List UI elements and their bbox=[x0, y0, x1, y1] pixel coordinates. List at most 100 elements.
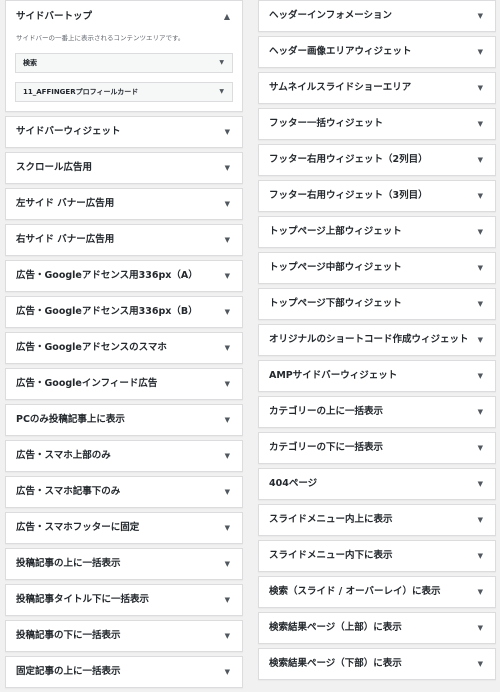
right-widget-column: ヘッダーインフォメーション ▼ ヘッダー画像エリアウィジェット ▼ サムネイルスライドシ… bbox=[258, 0, 496, 684]
widget-area-item[interactable]: ヘッダーインフォメーション ▼ bbox=[258, 0, 496, 32]
widget-area-item[interactable]: 広告・Googleアドセンス用336px（B） ▼ bbox=[5, 296, 243, 328]
chevron-down-icon[interactable]: ▼ bbox=[219, 54, 224, 72]
chevron-down-icon[interactable]: ▼ bbox=[478, 577, 483, 607]
widget-area-item[interactable]: フッター一括ウィジェット ▼ bbox=[258, 108, 496, 140]
chevron-down-icon[interactable]: ▼ bbox=[225, 117, 230, 147]
chevron-down-icon[interactable]: ▼ bbox=[225, 477, 230, 507]
widget-area-title: フッター右用ウィジェット（3列目） bbox=[269, 190, 428, 201]
widget-area-item[interactable]: 左サイド バナー広告用 ▼ bbox=[5, 188, 243, 220]
widget-title: 検索 bbox=[23, 59, 37, 67]
widget-area-item[interactable]: AMPサイドバーウィジェット ▼ bbox=[258, 360, 496, 392]
chevron-down-icon[interactable]: ▼ bbox=[219, 83, 224, 101]
widget-area-item[interactable]: 検索（スライド / オーバーレイ）に表示 ▼ bbox=[258, 576, 496, 608]
widget-area-item[interactable]: 投稿記事タイトル下に一括表示 ▼ bbox=[5, 584, 243, 616]
widget-area-item[interactable]: 広告・スマホ上部のみ ▼ bbox=[5, 440, 243, 472]
widget-area-title: トップページ下部ウィジェット bbox=[269, 298, 402, 309]
widget-area-title: 広告・Googleアドセンス用336px（B） bbox=[16, 306, 198, 317]
widget-area-title: 投稿記事の上に一括表示 bbox=[16, 558, 121, 569]
chevron-down-icon[interactable]: ▼ bbox=[478, 433, 483, 463]
chevron-down-icon[interactable]: ▼ bbox=[478, 37, 483, 67]
chevron-down-icon[interactable]: ▼ bbox=[478, 181, 483, 211]
chevron-down-icon[interactable]: ▼ bbox=[225, 369, 230, 399]
widget-area-item[interactable]: 広告・スマホ記事下のみ ▼ bbox=[5, 476, 243, 508]
chevron-down-icon[interactable]: ▼ bbox=[225, 657, 230, 687]
widget-area-item[interactable]: 広告・Googleインフィード広告 ▼ bbox=[5, 368, 243, 400]
widget-area-item[interactable]: カテゴリーの上に一括表示 ▼ bbox=[258, 396, 496, 428]
widget-area-title: 広告・スマホフッターに固定 bbox=[16, 522, 140, 533]
chevron-down-icon[interactable]: ▼ bbox=[478, 73, 483, 103]
chevron-down-icon[interactable]: ▼ bbox=[478, 361, 483, 391]
chevron-down-icon[interactable]: ▼ bbox=[225, 297, 230, 327]
chevron-down-icon[interactable]: ▼ bbox=[478, 145, 483, 175]
widget-area-title: トップページ中部ウィジェット bbox=[269, 262, 402, 273]
chevron-down-icon[interactable]: ▼ bbox=[478, 109, 483, 139]
chevron-down-icon[interactable]: ▼ bbox=[478, 397, 483, 427]
widget-area-description: サイドバーの一番上に表示されるコンテンツエリアです。 bbox=[16, 34, 185, 42]
chevron-down-icon[interactable]: ▼ bbox=[225, 153, 230, 183]
chevron-down-icon[interactable]: ▼ bbox=[225, 225, 230, 255]
chevron-down-icon[interactable]: ▼ bbox=[478, 217, 483, 247]
chevron-down-icon[interactable]: ▼ bbox=[225, 261, 230, 291]
widget-search[interactable]: 検索 ▼ bbox=[15, 53, 233, 73]
chevron-up-icon[interactable]: ▲ bbox=[224, 5, 230, 29]
widget-area-title: スライドメニュー内下に表示 bbox=[269, 550, 393, 561]
chevron-down-icon[interactable]: ▼ bbox=[225, 621, 230, 651]
widget-area-title: サイドバートップ bbox=[16, 11, 93, 22]
chevron-down-icon[interactable]: ▼ bbox=[478, 469, 483, 499]
widget-area-item[interactable]: トップページ上部ウィジェット ▼ bbox=[258, 216, 496, 248]
widget-area-item[interactable]: ヘッダー画像エリアウィジェット ▼ bbox=[258, 36, 496, 68]
chevron-down-icon[interactable]: ▼ bbox=[478, 1, 483, 31]
widget-area-title: 検索結果ページ（下部）に表示 bbox=[269, 658, 402, 669]
widget-profile-card[interactable]: 11_AFFINGERプロフィールカード ▼ bbox=[15, 82, 233, 102]
chevron-down-icon[interactable]: ▼ bbox=[225, 189, 230, 219]
widget-area-item[interactable]: フッター右用ウィジェット（3列目） ▼ bbox=[258, 180, 496, 212]
widget-area-title: カテゴリーの下に一括表示 bbox=[269, 442, 384, 453]
chevron-down-icon[interactable]: ▼ bbox=[478, 505, 483, 535]
chevron-down-icon[interactable]: ▼ bbox=[225, 549, 230, 579]
widget-area-item[interactable]: 投稿記事の下に一括表示 ▼ bbox=[5, 620, 243, 652]
widget-area-item[interactable]: 広告・Googleアドセンスのスマホ ▼ bbox=[5, 332, 243, 364]
widget-area-item[interactable]: 固定記事の上に一括表示 ▼ bbox=[5, 656, 243, 688]
widget-area-title: ヘッダーインフォメーション bbox=[269, 10, 393, 21]
chevron-down-icon[interactable]: ▼ bbox=[478, 253, 483, 283]
chevron-down-icon[interactable]: ▼ bbox=[478, 289, 483, 319]
widget-area-item[interactable]: オリジナルのショートコード作成ウィジェット ▼ bbox=[258, 324, 496, 356]
widget-area-title: スクロール広告用 bbox=[16, 162, 93, 173]
widget-area-title: 広告・Googleアドセンス用336px（A） bbox=[16, 270, 198, 281]
widget-area-item[interactable]: トップページ中部ウィジェット ▼ bbox=[258, 252, 496, 284]
widget-area-sidebar-top[interactable]: サイドバートップ ▲ サイドバーの一番上に表示されるコンテンツエリアです。 検索… bbox=[5, 0, 243, 112]
widget-area-item[interactable]: 検索結果ページ（下部）に表示 ▼ bbox=[258, 648, 496, 680]
widget-area-item[interactable]: フッター右用ウィジェット（2列目） ▼ bbox=[258, 144, 496, 176]
widget-area-item[interactable]: トップページ下部ウィジェット ▼ bbox=[258, 288, 496, 320]
widget-area-title: 広告・Googleインフィード広告 bbox=[16, 378, 158, 389]
chevron-down-icon[interactable]: ▼ bbox=[225, 585, 230, 615]
widget-area-title: トップページ上部ウィジェット bbox=[269, 226, 402, 237]
widget-area-item[interactable]: サイドバーウィジェット ▼ bbox=[5, 116, 243, 148]
widget-area-title: 検索（スライド / オーバーレイ）に表示 bbox=[269, 586, 441, 597]
chevron-down-icon[interactable]: ▼ bbox=[225, 441, 230, 471]
widget-area-item[interactable]: 404ページ ▼ bbox=[258, 468, 496, 500]
widget-area-item[interactable]: 投稿記事の上に一括表示 ▼ bbox=[5, 548, 243, 580]
widget-area-item[interactable]: スライドメニュー内下に表示 ▼ bbox=[258, 540, 496, 572]
widget-area-title: 広告・Googleアドセンスのスマホ bbox=[16, 342, 167, 353]
widget-area-title: 広告・スマホ記事下のみ bbox=[16, 486, 121, 497]
chevron-down-icon[interactable]: ▼ bbox=[225, 405, 230, 435]
chevron-down-icon[interactable]: ▼ bbox=[478, 325, 483, 355]
widget-area-item[interactable]: カテゴリーの下に一括表示 ▼ bbox=[258, 432, 496, 464]
widget-area-item[interactable]: サムネイルスライドショーエリア ▼ bbox=[258, 72, 496, 104]
widget-area-item[interactable]: 広告・Googleアドセンス用336px（A） ▼ bbox=[5, 260, 243, 292]
chevron-down-icon[interactable]: ▼ bbox=[225, 513, 230, 543]
widget-area-title: 検索結果ページ（上部）に表示 bbox=[269, 622, 402, 633]
widget-area-item[interactable]: スクロール広告用 ▼ bbox=[5, 152, 243, 184]
widget-area-item[interactable]: PCのみ投稿記事上に表示 ▼ bbox=[5, 404, 243, 436]
widget-area-item[interactable]: 検索結果ページ（上部）に表示 ▼ bbox=[258, 612, 496, 644]
chevron-down-icon[interactable]: ▼ bbox=[478, 541, 483, 571]
widget-area-item[interactable]: スライドメニュー内上に表示 ▼ bbox=[258, 504, 496, 536]
widget-area-title: 固定記事の上に一括表示 bbox=[16, 666, 121, 677]
widget-area-item[interactable]: 右サイド バナー広告用 ▼ bbox=[5, 224, 243, 256]
widget-title: 11_AFFINGERプロフィールカード bbox=[23, 88, 139, 96]
chevron-down-icon[interactable]: ▼ bbox=[478, 613, 483, 643]
chevron-down-icon[interactable]: ▼ bbox=[225, 333, 230, 363]
widget-area-item[interactable]: 広告・スマホフッターに固定 ▼ bbox=[5, 512, 243, 544]
chevron-down-icon[interactable]: ▼ bbox=[478, 649, 483, 679]
